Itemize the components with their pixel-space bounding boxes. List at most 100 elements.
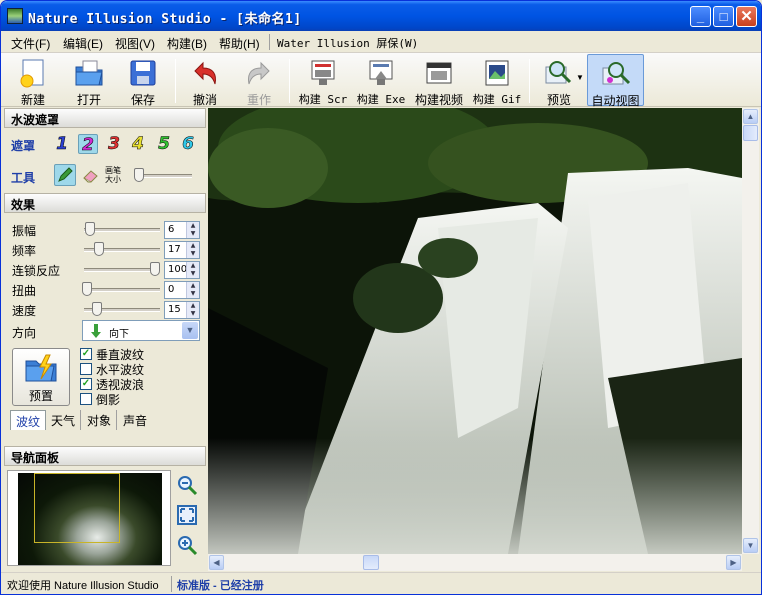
pencil-tool-button[interactable] <box>54 164 76 186</box>
waterfall-image-canvas[interactable] <box>208 108 742 554</box>
app-icon <box>7 8 23 24</box>
status-edition-text: 标准版 - 已经注册 <box>177 580 264 592</box>
toolbar-separator <box>289 59 290 103</box>
param-spinbox[interactable]: 17 ▲ ▼ <box>164 241 200 259</box>
preview-dropdown-arrow-icon[interactable]: ▼ <box>575 73 585 85</box>
checkbox[interactable] <box>80 363 92 375</box>
spin-arrows-icon[interactable]: ▲ ▼ <box>186 302 199 318</box>
param-value: 15 <box>168 304 181 315</box>
eraser-tool-button[interactable] <box>82 166 100 184</box>
mask-3-button[interactable]: 3 <box>104 134 124 155</box>
status-welcome-text: 欢迎使用 Nature Illusion Studio <box>7 580 159 592</box>
pencil-icon <box>58 167 73 182</box>
param-slider[interactable] <box>92 302 102 316</box>
navigator-section-header: 导航面板 <box>4 446 206 466</box>
brush-size-label: 画笔 大小 <box>105 166 121 184</box>
param-slider[interactable] <box>85 222 95 236</box>
mask-2-button[interactable]: 2 <box>78 134 98 155</box>
status-bar: 欢迎使用 Nature Illusion Studio 标准版 - 已经注册 <box>1 572 761 594</box>
vertical-scroll-thumb[interactable] <box>743 125 758 141</box>
tab-objects[interactable]: 对象 <box>82 410 118 430</box>
param-spinbox[interactable]: 0 ▲ ▼ <box>164 281 200 299</box>
horizontal-scroll-thumb[interactable] <box>363 555 379 570</box>
minimize-button[interactable]: _ <box>690 6 711 27</box>
preset-button[interactable]: 预置 <box>12 348 70 406</box>
status-separator <box>171 576 172 592</box>
toolbar-separator <box>529 59 530 103</box>
direction-label: 方向 <box>12 326 37 340</box>
menu-file[interactable]: 文件(F) <box>11 35 50 52</box>
param-spinbox[interactable]: 15 ▲ ▼ <box>164 301 200 319</box>
brush-size-track <box>136 174 192 178</box>
build-gif-button[interactable]: 构建 Gif <box>471 54 523 106</box>
new-button[interactable]: 新建 <box>13 54 53 107</box>
new-label: 新建 <box>20 93 45 107</box>
vertical-scrollbar[interactable]: ▲ ▼ <box>742 108 759 554</box>
menu-edit[interactable]: 编辑(E) <box>63 35 103 52</box>
scroll-left-arrow-icon[interactable]: ◀ <box>209 555 224 570</box>
fit-view-button[interactable] <box>176 504 198 526</box>
scroll-right-arrow-icon[interactable]: ▶ <box>726 555 741 570</box>
tab-sound[interactable]: 声音 <box>118 410 152 430</box>
undo-button[interactable]: 撤消 <box>185 54 225 107</box>
checkbox[interactable]: ✓ <box>80 378 92 390</box>
tab-weather[interactable]: 天气 <box>46 410 82 430</box>
param-value: 0 <box>168 284 175 295</box>
spin-arrows-icon[interactable]: ▲ ▼ <box>186 282 199 298</box>
chevron-down-icon[interactable]: ▼ <box>182 322 198 339</box>
param-slider[interactable] <box>94 242 104 256</box>
floppy-disk-icon <box>127 57 159 89</box>
toolbar: 新建 打开 保存 撤消 重作 构建 Scr 构建 Exe 构建视频 构建 Gif… <box>1 53 761 108</box>
menu-build[interactable]: 构建(B) <box>167 35 207 52</box>
scroll-up-arrow-icon[interactable]: ▲ <box>743 109 758 124</box>
zoom-out-icon <box>178 476 198 496</box>
build-video-button[interactable]: 构建视频 <box>413 54 465 107</box>
close-button[interactable]: ✕ <box>736 6 757 27</box>
navigator-viewport-rect[interactable] <box>34 473 120 543</box>
spin-arrows-icon[interactable]: ▲ ▼ <box>186 222 199 238</box>
menu-view[interactable]: 视图(V) <box>115 35 155 52</box>
open-button[interactable]: 打开 <box>69 54 109 107</box>
auto-view-button[interactable]: 自动视图 <box>587 54 644 108</box>
effects-section-header: 效果 <box>4 193 206 213</box>
direction-select[interactable]: 向下 ▼ <box>82 320 200 341</box>
redo-button[interactable]: 重作 <box>239 54 279 107</box>
param-slider[interactable] <box>82 282 92 296</box>
scroll-down-arrow-icon[interactable]: ▼ <box>743 538 758 553</box>
param-slider[interactable] <box>150 262 160 276</box>
checkbox[interactable]: ✓ <box>80 348 92 360</box>
zoom-in-button[interactable] <box>176 534 198 556</box>
direction-value: 向下 <box>109 329 129 340</box>
mask-6-button[interactable]: 6 <box>178 134 198 155</box>
menu-separator <box>269 34 270 50</box>
param-slider-track <box>84 268 160 272</box>
build-exe-button[interactable]: 构建 Exe <box>355 54 407 106</box>
save-button[interactable]: 保存 <box>123 54 163 107</box>
zoom-out-button[interactable] <box>176 474 198 496</box>
mask-5-button[interactable]: 5 <box>154 134 174 155</box>
param-spinbox[interactable]: 100 ▲ ▼ <box>164 261 200 279</box>
video-clapper-icon <box>423 57 455 89</box>
param-value: 100 <box>168 264 188 275</box>
tab-ripple[interactable]: 波纹 <box>10 410 47 430</box>
checkbox[interactable] <box>80 393 92 405</box>
new-document-icon <box>17 57 49 89</box>
title-bar[interactable]: Nature Illusion Studio - [未命名1] _ □ ✕ <box>1 1 761 31</box>
spin-arrows-icon[interactable]: ▲ ▼ <box>186 242 199 258</box>
brush-size-slider[interactable] <box>134 168 144 182</box>
horizontal-scrollbar[interactable]: ◀ ▶ <box>208 554 742 571</box>
param-spinbox[interactable]: 6 ▲ ▼ <box>164 221 200 239</box>
navigator-panel[interactable] <box>7 470 171 566</box>
menu-water-illusion[interactable]: Water Illusion 屏保(W) <box>277 35 418 51</box>
spin-arrows-icon[interactable]: ▲ ▼ <box>186 262 199 278</box>
open-label: 打开 <box>76 93 101 107</box>
param-label: 速度 <box>12 304 37 318</box>
menu-help[interactable]: 帮助(H) <box>219 35 260 52</box>
mask-1-button[interactable]: 1 <box>52 134 72 155</box>
maximize-button[interactable]: □ <box>713 6 734 27</box>
build-scr-button[interactable]: 构建 Scr <box>297 54 349 106</box>
mask-4-button[interactable]: 4 <box>128 134 148 155</box>
mask-section-header: 水波遮罩 <box>4 108 206 128</box>
param-value: 6 <box>168 224 175 235</box>
param-slider-track <box>84 228 160 232</box>
